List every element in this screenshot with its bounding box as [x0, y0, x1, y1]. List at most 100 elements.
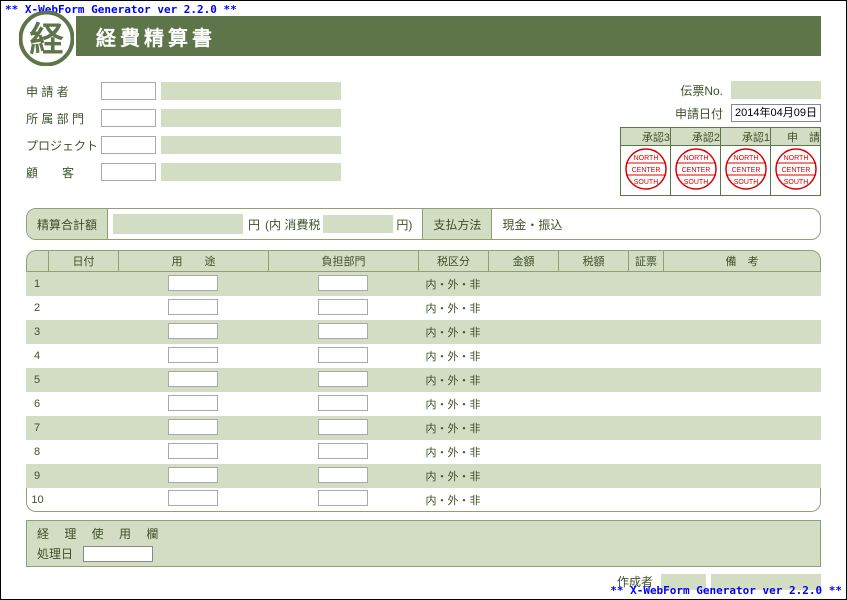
taxamt-cell[interactable] [558, 392, 628, 416]
date-cell[interactable] [48, 488, 118, 512]
dept-cell[interactable] [268, 296, 418, 320]
date-cell[interactable] [48, 344, 118, 368]
remarks-cell[interactable] [663, 320, 821, 344]
tax-class-cell[interactable]: 内・外・非 [418, 272, 488, 296]
application-date-input[interactable]: 2014年04月09日 [731, 104, 821, 122]
dept-cell[interactable] [268, 440, 418, 464]
date-cell[interactable] [48, 368, 118, 392]
dept-cell[interactable] [268, 272, 418, 296]
amount-cell[interactable] [488, 368, 558, 392]
amount-cell[interactable] [488, 392, 558, 416]
dept-cell[interactable] [268, 320, 418, 344]
amount-cell[interactable] [488, 464, 558, 488]
purpose-input[interactable] [168, 467, 218, 483]
tax-class-cell[interactable]: 内・外・非 [418, 392, 488, 416]
customer-code-input[interactable] [101, 163, 156, 181]
dept-cell[interactable] [268, 416, 418, 440]
taxamt-cell[interactable] [558, 344, 628, 368]
receipt-cell[interactable] [628, 344, 663, 368]
remarks-cell[interactable] [663, 392, 821, 416]
purpose-cell[interactable] [118, 296, 268, 320]
remarks-cell[interactable] [663, 416, 821, 440]
receipt-cell[interactable] [628, 368, 663, 392]
dept-input[interactable] [318, 347, 368, 363]
remarks-cell[interactable] [663, 272, 821, 296]
remarks-cell[interactable] [663, 488, 821, 512]
dept-input[interactable] [318, 299, 368, 315]
amount-cell[interactable] [488, 416, 558, 440]
customer-name-input[interactable] [161, 163, 341, 181]
remarks-cell[interactable] [663, 344, 821, 368]
date-cell[interactable] [48, 392, 118, 416]
dept-input[interactable] [318, 323, 368, 339]
date-cell[interactable] [48, 296, 118, 320]
dept-input[interactable] [318, 467, 368, 483]
taxamt-cell[interactable] [558, 296, 628, 320]
date-cell[interactable] [48, 320, 118, 344]
slip-number-input[interactable] [731, 81, 821, 99]
department-code-input[interactable] [101, 109, 156, 127]
taxamt-cell[interactable] [558, 416, 628, 440]
tax-amount-input[interactable] [323, 215, 393, 233]
department-name-input[interactable] [161, 109, 341, 127]
dept-cell[interactable] [268, 464, 418, 488]
taxamt-cell[interactable] [558, 488, 628, 512]
tax-class-cell[interactable]: 内・外・非 [418, 320, 488, 344]
purpose-cell[interactable] [118, 320, 268, 344]
tax-class-cell[interactable]: 内・外・非 [418, 416, 488, 440]
date-cell[interactable] [48, 416, 118, 440]
purpose-input[interactable] [168, 275, 218, 291]
receipt-cell[interactable] [628, 272, 663, 296]
purpose-input[interactable] [168, 299, 218, 315]
date-cell[interactable] [48, 464, 118, 488]
tax-class-cell[interactable]: 内・外・非 [418, 296, 488, 320]
total-amount-input[interactable] [113, 214, 243, 234]
project-code-input[interactable] [101, 136, 156, 154]
dept-cell[interactable] [268, 344, 418, 368]
purpose-cell[interactable] [118, 488, 268, 512]
remarks-cell[interactable] [663, 296, 821, 320]
tax-class-cell[interactable]: 内・外・非 [418, 464, 488, 488]
purpose-cell[interactable] [118, 272, 268, 296]
receipt-cell[interactable] [628, 488, 663, 512]
purpose-cell[interactable] [118, 344, 268, 368]
remarks-cell[interactable] [663, 440, 821, 464]
amount-cell[interactable] [488, 296, 558, 320]
taxamt-cell[interactable] [558, 440, 628, 464]
dept-input[interactable] [318, 490, 368, 506]
remarks-cell[interactable] [663, 464, 821, 488]
amount-cell[interactable] [488, 272, 558, 296]
date-cell[interactable] [48, 272, 118, 296]
tax-class-cell[interactable]: 内・外・非 [418, 368, 488, 392]
taxamt-cell[interactable] [558, 272, 628, 296]
dept-cell[interactable] [268, 488, 418, 512]
project-name-input[interactable] [161, 136, 341, 154]
tax-class-cell[interactable]: 内・外・非 [418, 344, 488, 368]
applicant-code-input[interactable] [101, 82, 156, 100]
dept-input[interactable] [318, 443, 368, 459]
purpose-input[interactable] [168, 490, 218, 506]
receipt-cell[interactable] [628, 392, 663, 416]
remarks-cell[interactable] [663, 368, 821, 392]
amount-cell[interactable] [488, 440, 558, 464]
purpose-input[interactable] [168, 443, 218, 459]
amount-cell[interactable] [488, 344, 558, 368]
receipt-cell[interactable] [628, 464, 663, 488]
receipt-cell[interactable] [628, 320, 663, 344]
taxamt-cell[interactable] [558, 368, 628, 392]
purpose-input[interactable] [168, 395, 218, 411]
amount-cell[interactable] [488, 488, 558, 512]
dept-input[interactable] [318, 395, 368, 411]
tax-class-cell[interactable]: 内・外・非 [418, 488, 488, 512]
receipt-cell[interactable] [628, 440, 663, 464]
process-date-input[interactable] [83, 546, 153, 562]
tax-class-cell[interactable]: 内・外・非 [418, 440, 488, 464]
purpose-cell[interactable] [118, 392, 268, 416]
dept-input[interactable] [318, 419, 368, 435]
dept-cell[interactable] [268, 368, 418, 392]
dept-input[interactable] [318, 275, 368, 291]
applicant-name-input[interactable] [161, 82, 341, 100]
purpose-cell[interactable] [118, 440, 268, 464]
taxamt-cell[interactable] [558, 464, 628, 488]
purpose-cell[interactable] [118, 416, 268, 440]
